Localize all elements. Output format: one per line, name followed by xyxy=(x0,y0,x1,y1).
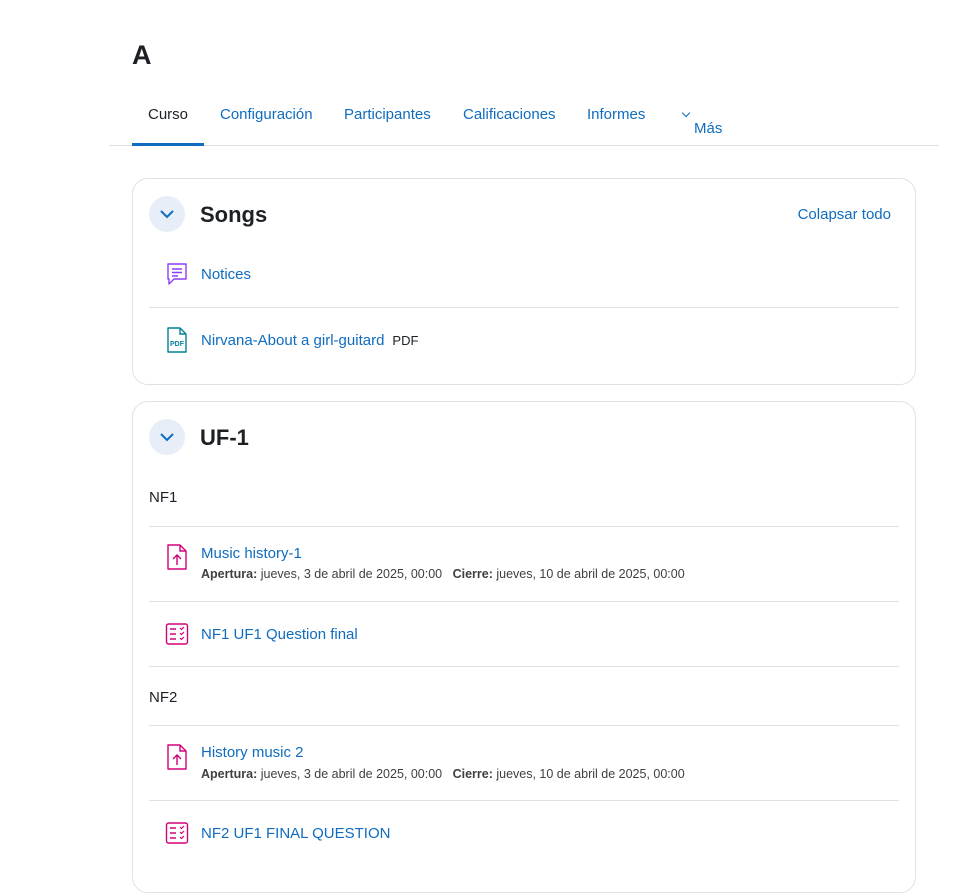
quiz-icon xyxy=(165,822,189,844)
quiz-icon xyxy=(165,623,189,645)
activity-row: Notices xyxy=(149,259,899,307)
activity-row: NF1 UF1 Question final xyxy=(149,618,899,658)
tab-label: Participantes xyxy=(344,106,431,123)
section-title: UF-1 xyxy=(200,425,249,450)
course-navigation: Curso Configuración Participantes Califi… xyxy=(109,92,939,146)
forum-icon xyxy=(167,263,187,285)
activity-row: Music history-1 Apertura: jueves, 3 de a… xyxy=(149,542,899,602)
subsection-heading: NF2 xyxy=(149,689,178,706)
activity-link[interactable]: History music 2 xyxy=(201,744,304,761)
divider xyxy=(149,666,899,667)
tab-calificaciones[interactable]: Calificaciones xyxy=(447,92,571,145)
section-collapse-button[interactable] xyxy=(149,419,185,455)
divider xyxy=(149,725,899,726)
tab-participantes[interactable]: Participantes xyxy=(328,92,447,145)
activity-dates: Apertura: jueves, 3 de abril de 2025, 00… xyxy=(201,567,685,581)
activity-row: History music 2 Apertura: jueves, 3 de a… xyxy=(149,742,899,802)
section-collapse-button[interactable] xyxy=(149,196,185,232)
chevron-down-icon xyxy=(160,433,174,442)
activity-link[interactable]: Notices xyxy=(201,266,251,283)
activity-link[interactable]: NF1 UF1 Question final xyxy=(201,626,358,643)
svg-text:PDF: PDF xyxy=(170,341,185,348)
tab-label: Calificaciones xyxy=(463,106,556,123)
file-type-badge: PDF xyxy=(392,333,419,348)
subsection-heading: NF1 xyxy=(149,489,178,506)
tab-label: Más xyxy=(694,120,723,137)
collapse-all-link[interactable]: Colapsar todo xyxy=(798,206,891,223)
divider xyxy=(149,526,899,527)
pdf-icon: PDF xyxy=(167,327,187,353)
activity-dates: Apertura: jueves, 3 de abril de 2025, 00… xyxy=(201,767,685,781)
activity-row: NF2 UF1 FINAL QUESTION xyxy=(149,817,899,857)
activity-link[interactable]: Nirvana-About a girl-guitard PDF xyxy=(201,332,418,349)
assignment-icon xyxy=(167,744,187,770)
section-songs: Songs Colapsar todo Notices PDF Nirvana-… xyxy=(132,178,916,385)
tab-configuracion[interactable]: Configuración xyxy=(204,92,328,145)
divider xyxy=(149,601,899,602)
divider xyxy=(149,800,899,801)
divider xyxy=(149,307,899,308)
tab-label: Configuración xyxy=(220,106,313,123)
activity-row: PDF Nirvana-About a girl-guitard PDF xyxy=(149,324,899,364)
tab-curso[interactable]: Curso xyxy=(132,92,204,146)
page-title: A xyxy=(132,40,152,70)
tab-more-dropdown[interactable]: Más xyxy=(662,92,742,145)
tab-label: Curso xyxy=(148,106,189,123)
chevron-down-icon xyxy=(160,210,174,219)
chevron-down-icon xyxy=(681,108,691,118)
assignment-icon xyxy=(167,544,187,570)
activity-link[interactable]: NF2 UF1 FINAL QUESTION xyxy=(201,825,390,842)
section-uf-1: UF-1 NF1 Music history-1 Apertura: jueve… xyxy=(132,401,916,893)
activity-link[interactable]: Music history-1 xyxy=(201,545,302,562)
tab-label: Informes xyxy=(587,106,646,123)
tab-informes[interactable]: Informes xyxy=(571,92,662,145)
section-title: Songs xyxy=(200,202,268,227)
